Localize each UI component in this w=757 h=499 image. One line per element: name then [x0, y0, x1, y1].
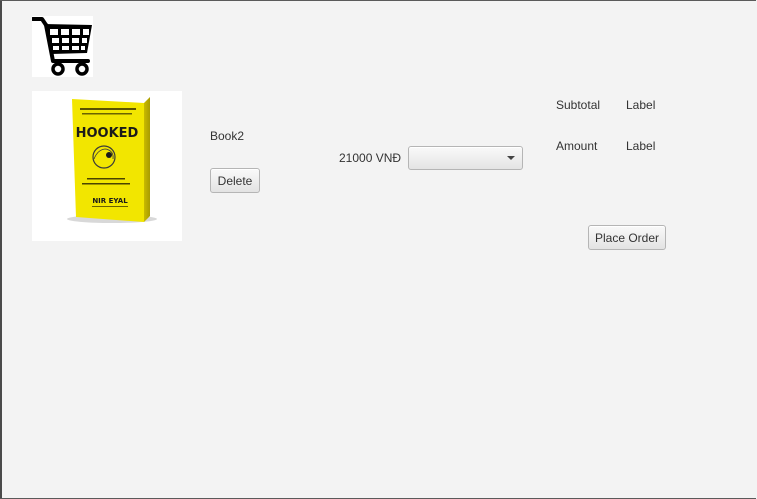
shopping-cart-icon: [31, 16, 93, 77]
delete-button[interactable]: Delete: [210, 168, 260, 193]
book-name: Book2: [210, 129, 245, 143]
quantity-select[interactable]: [408, 146, 523, 170]
subtotal-label: Subtotal: [556, 98, 601, 112]
item-price: 21000 VNĐ: [339, 151, 402, 165]
amount-label: Amount: [556, 139, 598, 153]
amount-value: Label: [626, 139, 656, 153]
subtotal-value: Label: [626, 98, 656, 112]
cart-window: HOOKED NIR EYAL Book2 Delete 21000 VNĐ S…: [0, 0, 756, 499]
book-cover-image: HOOKED NIR EYAL: [32, 91, 182, 241]
book-cover-title: HOOKED: [76, 126, 139, 141]
book-cover-author: NIR EYAL: [92, 197, 128, 205]
chevron-down-icon: [507, 156, 515, 160]
place-order-button[interactable]: Place Order: [588, 225, 666, 250]
